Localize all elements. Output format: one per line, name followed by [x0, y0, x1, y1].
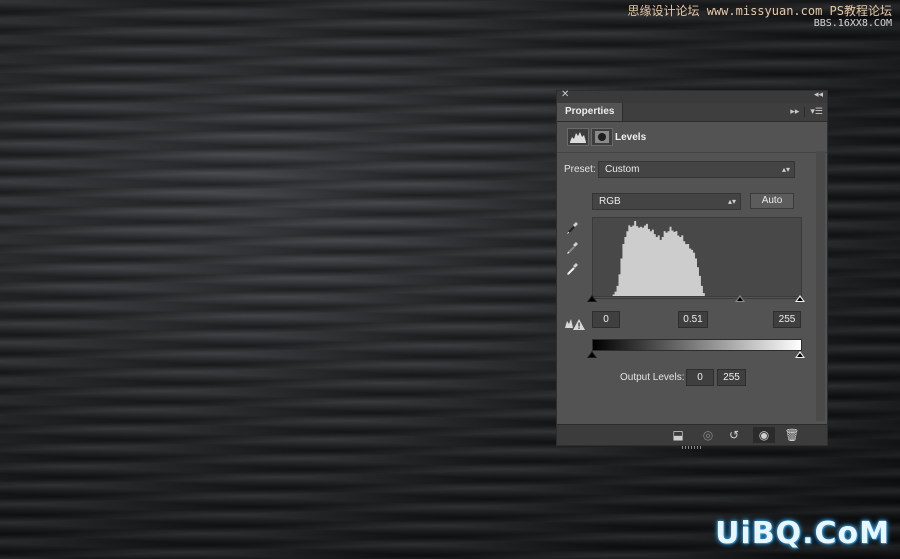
- panel-menu-icon[interactable]: ▾☰: [810, 106, 823, 116]
- properties-panel: ✕ ◂◂ Properties ▸▸ ▾☰ Levels Preset: Cust…: [556, 89, 828, 449]
- input-slider[interactable]: [587, 294, 805, 304]
- auto-button[interactable]: Auto: [750, 193, 794, 209]
- input-gamma-field[interactable]: 0.51: [678, 311, 708, 328]
- histogram-area: [593, 221, 801, 296]
- gray-eyedropper-icon[interactable]: [566, 239, 580, 255]
- watermark-line2: BBS.16XX8.COM: [813, 18, 892, 29]
- input-black-field[interactable]: 0: [592, 311, 620, 328]
- output-white-field[interactable]: 255: [717, 369, 746, 386]
- histogram: [592, 217, 802, 297]
- view-previous-state-icon[interactable]: ◎: [697, 427, 719, 443]
- watermark-bottom: UiBQ.CoM: [715, 516, 890, 551]
- channel-value: RGB: [599, 196, 621, 207]
- output-white-slider-handle[interactable]: [795, 351, 805, 358]
- output-levels-label: Output Levels:: [620, 372, 685, 383]
- output-slider[interactable]: [587, 350, 805, 360]
- resize-grip-icon[interactable]: [682, 446, 702, 449]
- levels-icon[interactable]: [567, 128, 589, 146]
- reset-icon[interactable]: ↺: [723, 427, 745, 443]
- panel-scrollbar[interactable]: [816, 151, 825, 421]
- output-black-slider-handle[interactable]: [587, 351, 597, 358]
- layer-mask-icon[interactable]: [591, 128, 613, 146]
- black-eyedropper-icon[interactable]: [566, 219, 580, 235]
- preset-value: Custom: [605, 164, 640, 175]
- adjustment-header: Levels: [557, 122, 827, 153]
- panel-tabbar: Properties ▸▸ ▾☰: [557, 103, 827, 122]
- collapse-icon[interactable]: ◂◂: [814, 89, 823, 100]
- input-gamma-slider-handle[interactable]: [734, 295, 745, 302]
- input-black-slider-handle[interactable]: [587, 295, 597, 302]
- tab-properties[interactable]: Properties: [557, 103, 624, 121]
- white-eyedropper-icon[interactable]: [566, 260, 580, 276]
- histogram-graph: [593, 221, 801, 296]
- input-white-field[interactable]: 255: [773, 311, 801, 328]
- input-white-slider-handle[interactable]: [795, 295, 805, 302]
- watermark-top: 思缘设计论坛 www.missyuan.com PS教程论坛 BBS.16XX8…: [628, 4, 893, 30]
- close-icon[interactable]: ✕: [561, 89, 569, 100]
- expand-arrows-icon[interactable]: ▸▸: [790, 106, 799, 116]
- clip-to-layer-icon[interactable]: ⬓: [667, 427, 689, 443]
- delete-trash-icon[interactable]: 🗑: [781, 427, 803, 443]
- panel-footer: ⬓ ◎ ↺ ◉ 🗑: [557, 424, 827, 449]
- watermark-line1: 思缘设计论坛 www.missyuan.com PS教程论坛: [627, 4, 893, 18]
- select-arrows-icon: ▴▾: [781, 165, 790, 174]
- preset-select[interactable]: Custom ▴▾: [598, 161, 795, 178]
- select-arrows-icon: ▴▾: [727, 197, 736, 206]
- output-black-field[interactable]: 0: [686, 369, 714, 386]
- panel-titlebar: ✕ ◂◂: [557, 89, 827, 103]
- clipping-warning-icon[interactable]: [564, 316, 586, 332]
- adjustment-title: Levels: [615, 132, 647, 143]
- preset-label: Preset:: [564, 164, 596, 175]
- panel-tab-controls: ▸▸ ▾☰: [790, 106, 823, 117]
- visibility-eye-icon[interactable]: ◉: [753, 427, 775, 443]
- channel-select[interactable]: RGB ▴▾: [592, 193, 741, 210]
